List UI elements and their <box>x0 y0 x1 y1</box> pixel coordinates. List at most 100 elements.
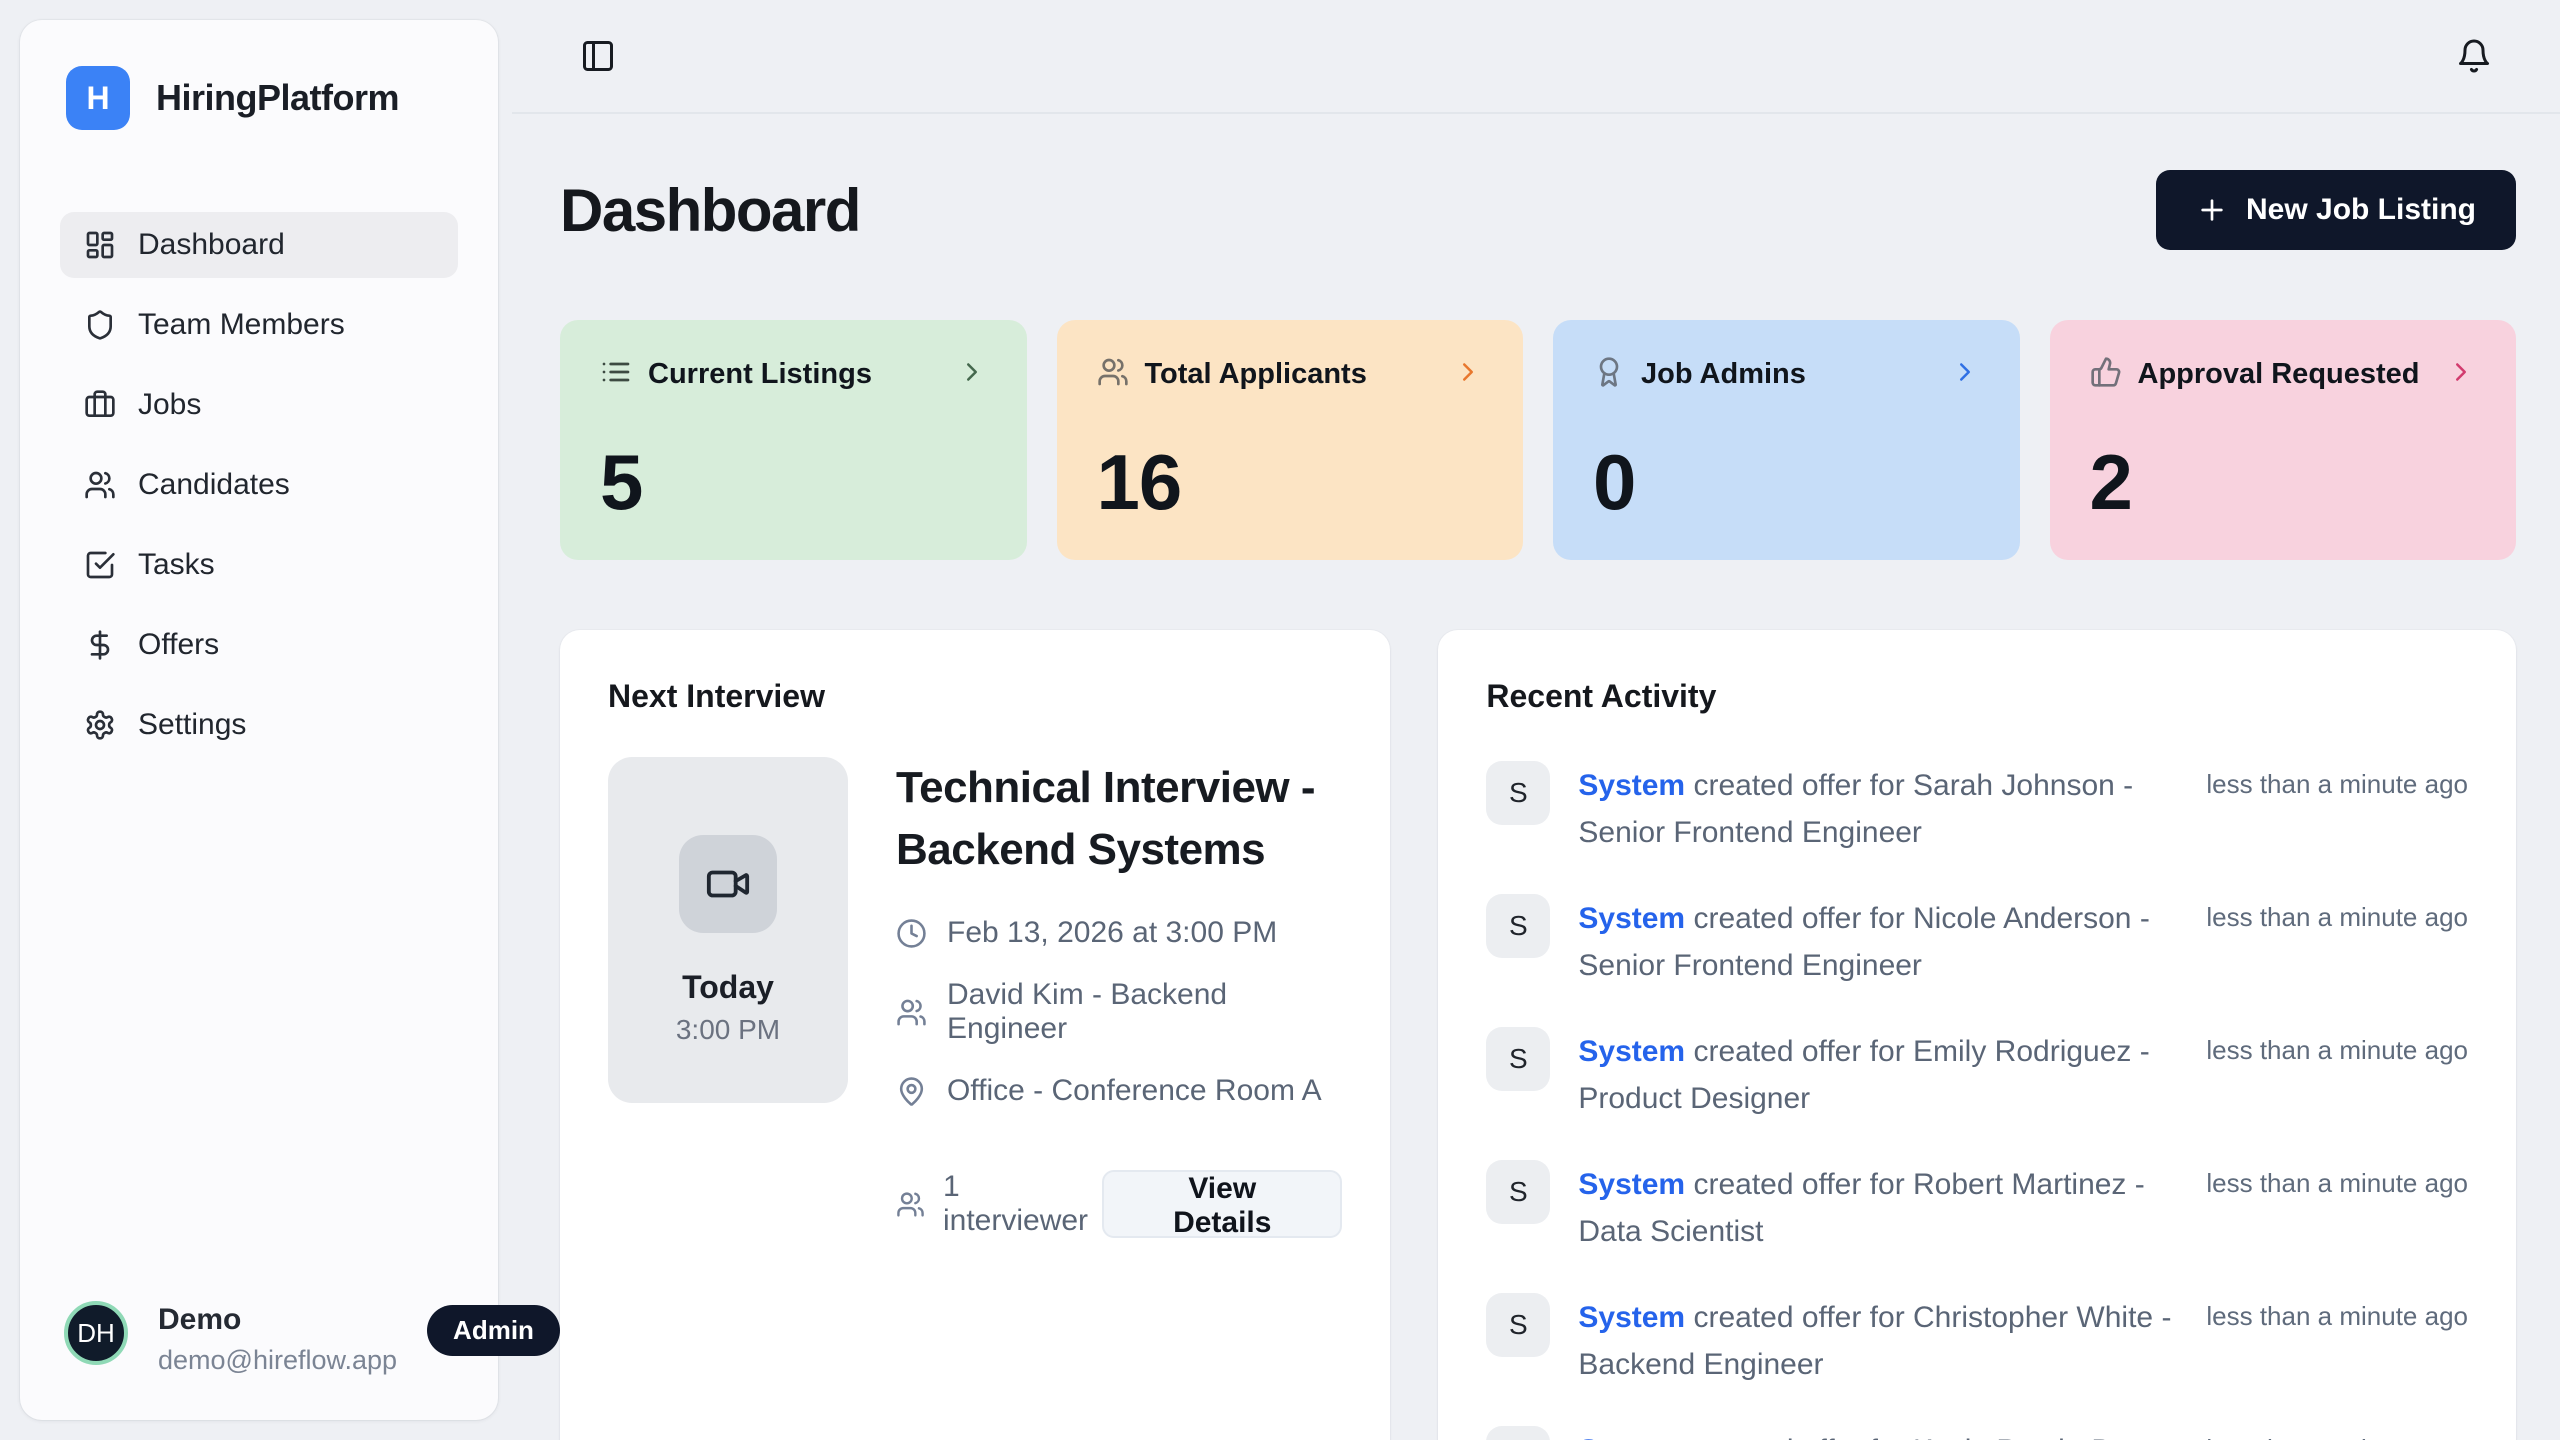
sidebar-item-settings[interactable]: Settings <box>60 692 458 758</box>
sidebar-item-label: Team Members <box>138 308 345 342</box>
interview-datetime-row: Feb 13, 2026 at 3:00 PM <box>896 916 1342 950</box>
panel-left-icon <box>580 38 616 74</box>
next-interview-panel: Next Interview Today 3:00 PM Technical I… <box>560 630 1390 1440</box>
activity-item: S System created offer for Emily Rodrigu… <box>1486 1027 2468 1122</box>
stat-cards-row: Current Listings 5 Total Applicants 16 J… <box>560 320 2516 560</box>
view-details-button[interactable]: View Details <box>1102 1170 1342 1238</box>
briefcase-icon <box>84 389 116 421</box>
sidebar-item-jobs[interactable]: Jobs <box>60 372 458 438</box>
stat-label: Approval Requested <box>2138 358 2420 391</box>
sidebar-toggle-button[interactable] <box>576 34 620 78</box>
thumbs-up-icon <box>2090 356 2122 393</box>
activity-item: S System created offer for Kevin Patel -… <box>1486 1426 2468 1440</box>
stat-label: Job Admins <box>1641 358 1806 391</box>
activity-avatar: S <box>1486 894 1550 958</box>
stat-card-total-applicants[interactable]: Total Applicants 16 <box>1057 320 1524 560</box>
interview-location-row: Office - Conference Room A <box>896 1074 1342 1108</box>
stat-label: Current Listings <box>648 358 872 391</box>
users-icon <box>896 1189 925 1220</box>
activity-actor-link[interactable]: System <box>1578 1434 1685 1440</box>
interview-day: Today <box>682 969 774 1006</box>
video-camera-icon <box>705 861 751 907</box>
notifications-button[interactable] <box>2452 34 2496 78</box>
interview-location: Office - Conference Room A <box>947 1074 1322 1108</box>
sidebar-item-label: Jobs <box>138 388 201 422</box>
panels-row: Next Interview Today 3:00 PM Technical I… <box>560 630 2516 1440</box>
sidebar-item-candidates[interactable]: Candidates <box>60 452 458 518</box>
check-square-icon <box>84 549 116 581</box>
sidebar: H HiringPlatform Dashboard Team Members … <box>20 20 498 1420</box>
page-header: Dashboard New Job Listing <box>560 170 2516 250</box>
chevron-right-icon <box>1453 357 1483 392</box>
chevron-right-icon <box>2446 357 2476 392</box>
page-title: Dashboard <box>560 176 860 245</box>
activity-timestamp: less than a minute ago <box>2206 1027 2468 1066</box>
activity-list: S System created offer for Sarah Johnson… <box>1486 761 2468 1440</box>
sidebar-item-label: Candidates <box>138 468 290 502</box>
activity-actor-link[interactable]: System <box>1578 1301 1685 1334</box>
stat-value: 2 <box>2090 443 2477 521</box>
sidebar-item-team-members[interactable]: Team Members <box>60 292 458 358</box>
dashboard-grid-icon <box>84 229 116 261</box>
activity-actor-link[interactable]: System <box>1578 902 1685 935</box>
activity-actor-link[interactable]: System <box>1578 769 1685 802</box>
map-pin-icon <box>896 1076 927 1107</box>
stat-card-current-listings[interactable]: Current Listings 5 <box>560 320 1027 560</box>
stat-card-approval-requested[interactable]: Approval Requested 2 <box>2050 320 2517 560</box>
sidebar-item-tasks[interactable]: Tasks <box>60 532 458 598</box>
stat-card-job-admins[interactable]: Job Admins 0 <box>1553 320 2020 560</box>
plus-icon <box>2196 194 2228 226</box>
activity-timestamp: less than a minute ago <box>2206 1293 2468 1332</box>
sidebar-nav: Dashboard Team Members Jobs Candidates T… <box>60 212 458 772</box>
interviewer-count: 1 interviewer <box>896 1170 1102 1238</box>
user-email: demo@hireflow.app <box>158 1345 397 1376</box>
activity-avatar: S <box>1486 1426 1550 1440</box>
activity-actor-link[interactable]: System <box>1578 1035 1685 1068</box>
activity-timestamp: less than a minute ago <box>2206 894 2468 933</box>
sidebar-item-offers[interactable]: Offers <box>60 612 458 678</box>
interview-person-row: David Kim - Backend Engineer <box>896 978 1342 1046</box>
app-name: HiringPlatform <box>156 77 399 119</box>
activity-avatar: S <box>1486 1293 1550 1357</box>
sidebar-item-label: Dashboard <box>138 228 285 262</box>
stat-value: 5 <box>600 443 987 521</box>
video-tile <box>679 835 777 933</box>
interviewer-count-label: 1 interviewer <box>943 1170 1102 1238</box>
avatar: DH <box>64 1301 128 1365</box>
user-profile[interactable]: DH Demo demo@hireflow.app Admin <box>60 1301 458 1376</box>
stat-label: Total Applicants <box>1145 358 1367 391</box>
bell-icon <box>2456 38 2492 74</box>
interview-job-title: Technical Interview - Backend Systems <box>896 757 1342 880</box>
dollar-icon <box>84 629 116 661</box>
users-icon <box>896 997 927 1028</box>
activity-avatar: S <box>1486 761 1550 825</box>
app-brand: H HiringPlatform <box>60 66 458 130</box>
list-icon <box>600 356 632 393</box>
interview-date-tile: Today 3:00 PM <box>608 757 848 1103</box>
new-job-listing-label: New Job Listing <box>2246 193 2476 227</box>
recent-activity-title: Recent Activity <box>1486 678 2468 715</box>
activity-actor-link[interactable]: System <box>1578 1168 1685 1201</box>
next-interview-title: Next Interview <box>608 678 1342 715</box>
activity-item: S System created offer for Nicole Anders… <box>1486 894 2468 989</box>
award-icon <box>1593 356 1625 393</box>
activity-timestamp: less than a minute ago <box>2206 761 2468 800</box>
interview-time: 3:00 PM <box>676 1014 780 1046</box>
stat-value: 16 <box>1097 443 1484 521</box>
sidebar-item-label: Settings <box>138 708 246 742</box>
activity-avatar: S <box>1486 1160 1550 1224</box>
app-logo-letter: H <box>86 80 109 117</box>
sidebar-item-dashboard[interactable]: Dashboard <box>60 212 458 278</box>
users-icon <box>1097 356 1129 393</box>
activity-avatar: S <box>1486 1027 1550 1091</box>
new-job-listing-button[interactable]: New Job Listing <box>2156 170 2516 250</box>
interview-person: David Kim - Backend Engineer <box>947 978 1342 1046</box>
main-column: Dashboard New Job Listing Current Listin… <box>512 0 2560 1440</box>
activity-timestamp: less than a minute ago <box>2206 1160 2468 1199</box>
topbar <box>512 0 2560 114</box>
activity-timestamp: less than a minute ago <box>2206 1426 2468 1440</box>
page-content: Dashboard New Job Listing Current Listin… <box>512 114 2560 1440</box>
activity-item: S System created offer for Robert Martin… <box>1486 1160 2468 1255</box>
user-meta: Demo demo@hireflow.app <box>158 1301 397 1376</box>
chevron-right-icon <box>957 357 987 392</box>
